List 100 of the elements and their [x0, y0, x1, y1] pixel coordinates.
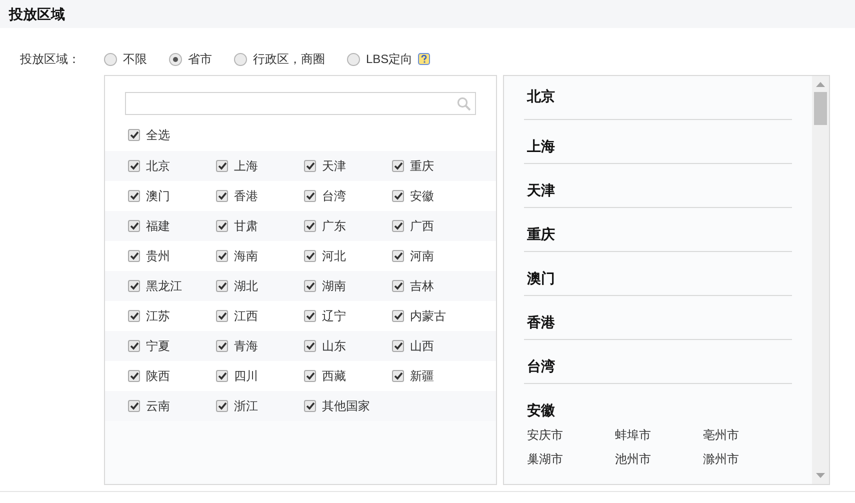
checkbox-label[interactable]: 重庆	[410, 157, 434, 175]
section-title: 投放区域	[9, 4, 65, 24]
checkbox-label[interactable]: 香港	[234, 187, 258, 205]
checkbox[interactable]	[128, 400, 140, 412]
checkbox[interactable]	[392, 220, 404, 232]
city-name: 蚌埠市	[615, 427, 652, 444]
city-name: 安庆市	[527, 427, 564, 444]
option-label[interactable]: 行政区，商圈	[253, 50, 325, 68]
checkbox-label[interactable]: 福建	[146, 217, 170, 235]
checkbox[interactable]	[304, 220, 316, 232]
city-name: 滁州市	[703, 451, 740, 468]
city-name: 巢湖市	[527, 451, 564, 468]
checkbox-label[interactable]: 吉林	[410, 277, 434, 295]
checkbox-label[interactable]: 澳门	[146, 187, 170, 205]
checkbox-label[interactable]: 全选	[146, 126, 170, 144]
radio-button[interactable]	[104, 52, 117, 66]
checkbox[interactable]	[128, 250, 140, 262]
option-label[interactable]: LBS定向	[366, 50, 413, 68]
option-label[interactable]: 省市	[188, 50, 212, 68]
province-heading: 香港	[526, 314, 556, 330]
help-icon[interactable]	[418, 53, 430, 65]
checkbox[interactable]	[216, 310, 228, 322]
checkbox[interactable]	[128, 129, 140, 141]
checkbox-label[interactable]: 河南	[410, 247, 434, 265]
checkbox-label[interactable]: 其他国家	[322, 397, 370, 415]
checkbox[interactable]	[304, 310, 316, 322]
checkbox-label[interactable]: 江西	[234, 307, 258, 325]
checkbox-label[interactable]: 山东	[322, 337, 346, 355]
checkbox[interactable]	[304, 160, 316, 172]
checkbox-label[interactable]: 广西	[410, 217, 434, 235]
checkbox-label[interactable]: 西藏	[322, 367, 346, 385]
checkbox-label[interactable]: 新疆	[410, 367, 434, 385]
checkbox[interactable]	[128, 280, 140, 292]
checkbox-label[interactable]: 北京	[146, 157, 170, 175]
checkbox-label[interactable]: 贵州	[146, 247, 170, 265]
checkbox-label[interactable]: 河北	[322, 247, 346, 265]
province-heading: 安徽	[526, 402, 556, 418]
province-heading: 重庆	[526, 226, 556, 242]
checkbox[interactable]	[216, 340, 228, 352]
checkbox-label[interactable]: 宁夏	[146, 337, 170, 355]
checkbox[interactable]	[392, 190, 404, 202]
checkbox-label[interactable]: 黑龙江	[146, 277, 182, 295]
radio-button[interactable]	[347, 52, 360, 66]
checkbox[interactable]	[128, 340, 140, 352]
search-field[interactable]	[125, 92, 476, 115]
province-heading: 台湾	[526, 358, 556, 374]
checkbox[interactable]	[392, 280, 404, 292]
checkbox-label[interactable]: 内蒙古	[410, 307, 446, 325]
checkbox[interactable]	[128, 310, 140, 322]
checkbox[interactable]	[216, 190, 228, 202]
province-heading: 北京	[526, 88, 556, 104]
checkbox[interactable]	[304, 280, 316, 292]
checkbox-label[interactable]: 四川	[234, 367, 258, 385]
checkbox[interactable]	[128, 370, 140, 382]
checkbox-label[interactable]: 海南	[234, 247, 258, 265]
checkbox[interactable]	[128, 190, 140, 202]
province-heading: 澳门	[526, 270, 556, 286]
checkbox-label[interactable]: 山西	[410, 337, 434, 355]
checkbox-label[interactable]: 云南	[146, 397, 170, 415]
checkbox-label[interactable]: 青海	[234, 337, 258, 355]
checkbox[interactable]	[216, 280, 228, 292]
field-label: 投放区域：	[19, 51, 81, 68]
checkbox-label[interactable]: 甘肃	[234, 217, 258, 235]
checkbox-label[interactable]: 辽宁	[322, 307, 346, 325]
checkbox-label[interactable]: 天津	[322, 157, 346, 175]
checkbox-label[interactable]: 台湾	[322, 187, 346, 205]
checkbox[interactable]	[216, 370, 228, 382]
option-label[interactable]: 不限	[123, 50, 147, 68]
radio-button[interactable]	[234, 52, 247, 66]
checkbox[interactable]	[392, 340, 404, 352]
radio-button[interactable]	[169, 52, 182, 66]
checkbox-label[interactable]: 上海	[234, 157, 258, 175]
checkbox-label[interactable]: 陕西	[146, 367, 170, 385]
checkbox[interactable]	[216, 160, 228, 172]
province-heading: 天津	[526, 182, 556, 198]
checkbox-label[interactable]: 江苏	[146, 307, 170, 325]
checkbox[interactable]	[128, 220, 140, 232]
checkbox-label[interactable]: 安徽	[410, 187, 434, 205]
checkbox[interactable]	[392, 160, 404, 172]
checkbox-label[interactable]: 湖北	[234, 277, 258, 295]
checkbox[interactable]	[216, 250, 228, 262]
checkbox[interactable]	[304, 400, 316, 412]
scroll-thumb[interactable]	[814, 92, 827, 125]
checkbox-label[interactable]: 浙江	[234, 397, 258, 415]
checkbox[interactable]	[304, 370, 316, 382]
checkbox[interactable]	[304, 340, 316, 352]
checkbox[interactable]	[392, 250, 404, 262]
checkbox[interactable]	[304, 190, 316, 202]
checkbox[interactable]	[304, 250, 316, 262]
checkbox[interactable]	[392, 310, 404, 322]
checkbox-label[interactable]: 湖南	[322, 277, 346, 295]
checkbox[interactable]	[216, 400, 228, 412]
checkbox[interactable]	[216, 220, 228, 232]
checkbox-label[interactable]: 广东	[322, 217, 346, 235]
checkbox[interactable]	[128, 160, 140, 172]
scrollbar[interactable]	[812, 76, 829, 484]
search-icon	[457, 96, 471, 110]
checkbox[interactable]	[392, 370, 404, 382]
city-name: 池州市	[615, 451, 652, 468]
province-heading: 上海	[526, 138, 556, 154]
